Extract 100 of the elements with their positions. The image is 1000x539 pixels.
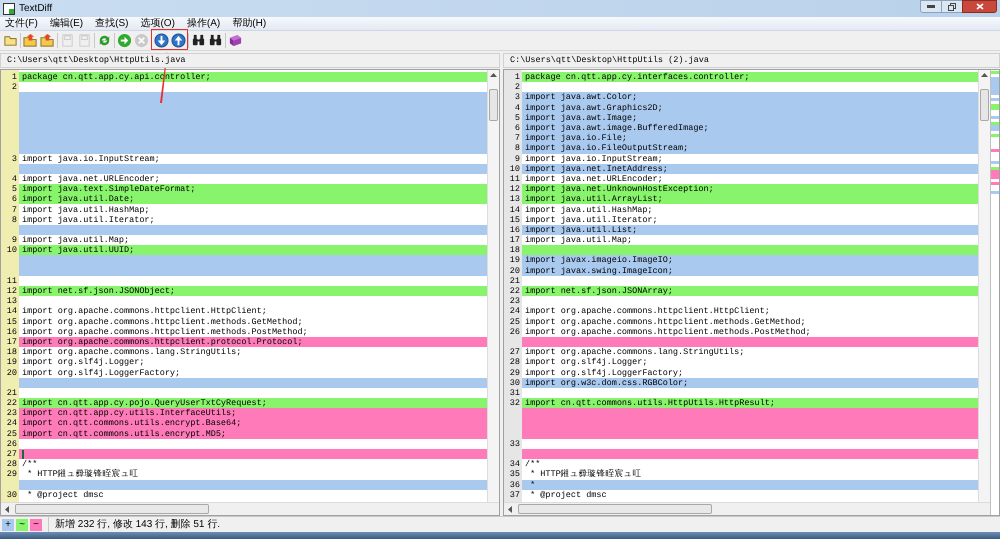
line-number: 3 [12, 154, 17, 164]
line-number: 32 [510, 398, 520, 408]
code-text: * @project dmsc [529, 490, 607, 500]
line-number: 30 [6, 490, 17, 500]
menu-item[interactable]: 选项(O) [137, 18, 178, 30]
line-number: 17 [510, 235, 520, 246]
annotation-highlight [151, 29, 188, 50]
code-text: import java.util.Date; [22, 194, 134, 204]
folder-arrow-button[interactable] [39, 32, 56, 48]
line-number: 36 [510, 480, 520, 490]
line-number: 27 [6, 449, 17, 460]
code-text: import org.slf4j.Logger; [525, 357, 648, 368]
scroll-up-icon [490, 73, 497, 77]
code-text: * [529, 480, 536, 490]
arrow-right-button[interactable] [116, 32, 133, 48]
code-text: import org.slf4j.LoggerFactory; [525, 368, 684, 378]
horizontal-scrollbar[interactable] [504, 502, 990, 515]
menu-item[interactable]: 帮助(H) [229, 18, 270, 30]
line-number: 2 [514, 82, 520, 92]
line-number: 8 [12, 214, 17, 225]
line-number: 20 [6, 368, 17, 378]
minimize-button[interactable] [920, 0, 942, 13]
line-number: 3 [514, 92, 520, 102]
code-text: import org.slf4j.Logger; [22, 357, 144, 368]
vertical-scrollbar[interactable] [487, 70, 499, 502]
line-number: 16 [6, 326, 17, 337]
scroll-thumb[interactable] [518, 504, 712, 514]
code-text: import java.awt.Graphics2D; [525, 102, 663, 113]
line-number: 28 [6, 459, 17, 470]
close-button[interactable] [962, 0, 997, 13]
code-text: * @project dmsc [26, 490, 104, 500]
code-text: import java.util.UUID; [22, 245, 134, 256]
code-text: import java.net.UnknownHostException; [525, 184, 714, 194]
scroll-thumb[interactable] [980, 89, 989, 121]
legend-swatch: − [30, 518, 42, 530]
menu-item[interactable]: 编辑(E) [46, 18, 86, 30]
code-text: import java.awt.Color; [525, 92, 638, 102]
code-text: import java.io.InputStream; [22, 154, 160, 164]
code-text: /** [22, 459, 38, 470]
folder-arrow-button[interactable] [22, 32, 39, 48]
menu-item[interactable]: 文件(F) [2, 18, 41, 30]
menu-item[interactable]: 操作(A) [184, 18, 224, 30]
arrow-up-button[interactable] [170, 32, 187, 48]
restore-button[interactable] [942, 0, 962, 13]
line-number: 13 [6, 296, 17, 306]
line-number: 16 [510, 224, 520, 235]
legend-swatch: + [2, 518, 14, 530]
line-number: 10 [6, 245, 17, 256]
code-text: import java.awt.image.BufferedImage; [525, 123, 709, 134]
line-number: 21 [510, 276, 520, 286]
line-number: 24 [6, 418, 17, 428]
code-text: import java.util.Map; [22, 235, 130, 246]
text-cursor [22, 450, 24, 459]
line-number: 22 [6, 398, 17, 408]
code-text: import java.util.List; [525, 224, 638, 235]
menu-item[interactable]: 查找(S) [92, 18, 132, 30]
code-text: * HTTP鎺ュ彛璇锋眰宸ュ叿 [529, 469, 642, 480]
code-text: import java.net.InetAddress; [525, 164, 668, 174]
code-text: import net.sf.json.JSONArray; [525, 286, 673, 296]
folder-arrow-icon [40, 33, 55, 48]
line-number: 29 [6, 469, 17, 480]
line-number: 8 [514, 143, 520, 154]
line-number: 7 [12, 204, 17, 215]
code-text: import org.w3c.dom.css.RGBColor; [525, 378, 688, 388]
code-text: * HTTP鎺ュ彛璇锋眰宸ュ叿 [26, 469, 139, 480]
code-text: package cn.qtt.app.cy.interfaces.controller; [525, 72, 750, 82]
code-text: import cn.qtt.commons.utils.HttpUtils.HttpResult; [525, 398, 775, 408]
line-number: 12 [6, 286, 17, 296]
line-number: 24 [510, 306, 520, 316]
line-number: 14 [510, 204, 520, 215]
line-number: 28 [510, 357, 520, 368]
scroll-thumb[interactable] [15, 504, 209, 514]
line-number: 1 [514, 72, 520, 82]
arrow-down-button[interactable] [153, 32, 170, 48]
line-number: 5 [12, 184, 17, 194]
line-number: 17 [6, 336, 17, 347]
line-number: 23 [6, 408, 17, 418]
diff-overview-strip[interactable] [990, 70, 999, 515]
binoculars-icon [208, 33, 223, 48]
folder-arrow-icon [23, 33, 38, 48]
line-number: 18 [6, 347, 17, 358]
line-number: 15 [6, 316, 17, 327]
scroll-thumb[interactable] [489, 89, 498, 121]
line-number: 19 [510, 255, 520, 266]
line-number: 7 [514, 133, 520, 144]
code-text: import java.util.HashMap; [525, 204, 653, 215]
code-text: import java.util.HashMap; [22, 204, 150, 215]
code-text: import cn.qtt.commons.utils.encrypt.MD5; [22, 428, 226, 439]
horizontal-scrollbar[interactable] [1, 502, 499, 515]
code-text: import java.util.Iterator; [525, 214, 658, 225]
code-text: import org.slf4j.LoggerFactory; [22, 368, 180, 378]
vertical-scrollbar[interactable] [978, 70, 990, 502]
line-number: 23 [510, 296, 520, 306]
window-title: TextDiff [19, 2, 52, 16]
code-text: import cn.qtt.commons.utils.encrypt.Base64; [22, 418, 242, 428]
arrow-up-icon [171, 33, 186, 48]
line-number: 33 [510, 438, 520, 449]
line-number: 35 [510, 469, 520, 480]
code-text: import org.apache.commons.httpclient.methods.PostMethod; [22, 326, 308, 337]
line-number: 5 [514, 112, 520, 123]
